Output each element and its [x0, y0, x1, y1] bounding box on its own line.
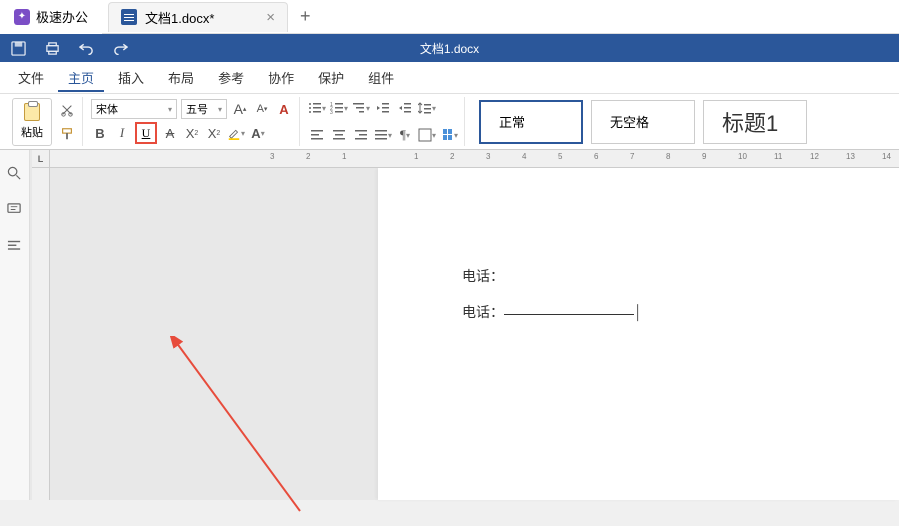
ruler-tick: 1: [342, 152, 346, 161]
ribbon-group-styles: 正常 无空格 标题1: [467, 100, 807, 144]
align-center-icon[interactable]: [330, 126, 348, 144]
clear-format-icon[interactable]: A: [275, 100, 293, 118]
ribbon: 粘贴 宋体▾ 五号▾ A▴ A▾ A B I U A X2 X2 ▾ A▾ ▾ …: [0, 94, 899, 150]
doc-line-2[interactable]: 电话：│: [462, 294, 899, 330]
style-heading1[interactable]: 标题1: [703, 100, 807, 144]
highlight-color-button[interactable]: ▾: [227, 124, 245, 142]
ruler-tick: 13: [846, 152, 855, 161]
document-icon: [121, 9, 137, 25]
menu-collaborate[interactable]: 协作: [258, 63, 304, 92]
menu-reference[interactable]: 参考: [208, 63, 254, 92]
paragraph-mark-icon[interactable]: ¶▾: [396, 126, 414, 144]
window-title: 文档1.docx: [420, 40, 479, 57]
font-size-select[interactable]: 五号▾: [181, 99, 227, 119]
menu-layout[interactable]: 布局: [158, 63, 204, 92]
ruler-tick: 3: [270, 152, 274, 161]
workspace: L 321123456789101112131415 电话： 电话：│: [0, 150, 899, 500]
ribbon-group-clipboard: 粘贴: [6, 97, 83, 146]
document-tab-label: 文档1.docx*: [145, 8, 214, 27]
app-icon: ✦: [14, 9, 30, 25]
style-nospace[interactable]: 无空格: [591, 100, 695, 144]
ruler-tick: 12: [810, 152, 819, 161]
outline-icon[interactable]: [6, 236, 24, 254]
canvas-margin: [50, 168, 378, 500]
ruler-tick: 5: [558, 152, 562, 161]
font-color-button[interactable]: A▾: [249, 124, 267, 142]
clipboard-icon: [24, 103, 40, 121]
redo-icon[interactable]: [112, 40, 128, 56]
borders-icon[interactable]: ▾: [440, 126, 458, 144]
increase-indent-icon[interactable]: [396, 99, 414, 117]
quick-access-bar: 文档1.docx: [0, 34, 899, 62]
menu-file[interactable]: 文件: [8, 63, 54, 92]
ruler-tick: 7: [630, 152, 634, 161]
shrink-font-icon[interactable]: A▾: [253, 100, 271, 118]
underline-button[interactable]: U: [135, 122, 157, 144]
ruler-tick: 3: [486, 152, 490, 161]
horizontal-ruler[interactable]: 321123456789101112131415: [50, 150, 899, 168]
ribbon-group-paragraph: ▾ 123▾ ▾ ▾ ▾ ¶▾ ▾ ▾: [302, 97, 465, 146]
style-normal[interactable]: 正常: [479, 100, 583, 144]
align-justify-icon[interactable]: ▾: [374, 126, 392, 144]
ruler-tick: 10: [738, 152, 747, 161]
multilevel-list-icon[interactable]: ▾: [352, 99, 370, 117]
align-right-icon[interactable]: [352, 126, 370, 144]
ruler-tick: 2: [306, 152, 310, 161]
save-icon[interactable]: [10, 40, 26, 56]
ruler-tick: 14: [882, 152, 891, 161]
subscript-button[interactable]: X2: [205, 124, 223, 142]
paste-label: 粘贴: [21, 124, 43, 140]
left-sidebar: [0, 150, 30, 500]
ruler-tick: 2: [450, 152, 454, 161]
menu-insert[interactable]: 插入: [108, 63, 154, 92]
bullet-list-icon[interactable]: ▾: [308, 99, 326, 117]
ruler-tick: 6: [594, 152, 598, 161]
numbered-list-icon[interactable]: 123▾: [330, 99, 348, 117]
bold-button[interactable]: B: [91, 124, 109, 142]
print-icon[interactable]: [44, 40, 60, 56]
font-name-select[interactable]: 宋体▾: [91, 99, 177, 119]
comments-icon[interactable]: [6, 200, 24, 218]
close-tab-icon[interactable]: ×: [266, 9, 275, 26]
ruler-tick: 11: [774, 152, 782, 161]
strikethrough-button[interactable]: A: [161, 124, 179, 142]
menu-bar: 文件 主页 插入 布局 参考 协作 保护 组件: [0, 62, 899, 94]
new-tab-button[interactable]: +: [288, 6, 323, 27]
editor-area: L 321123456789101112131415 电话： 电话：│: [30, 150, 899, 500]
app-name: 极速办公: [36, 7, 88, 26]
document-tab[interactable]: 文档1.docx* ×: [108, 2, 288, 32]
format-painter-icon[interactable]: [58, 125, 76, 143]
shading-icon[interactable]: ▾: [418, 126, 436, 144]
italic-button[interactable]: I: [113, 124, 131, 142]
undo-icon[interactable]: [78, 40, 94, 56]
ruler-tick: 9: [702, 152, 706, 161]
doc-line-1[interactable]: 电话：: [462, 258, 899, 294]
ruler-corner: L: [32, 150, 50, 168]
grow-font-icon[interactable]: A▴: [231, 100, 249, 118]
underline-blank: [504, 314, 634, 315]
vertical-ruler[interactable]: [32, 168, 50, 500]
document-page[interactable]: 电话： 电话：│: [378, 168, 899, 500]
cut-icon[interactable]: [58, 101, 76, 119]
app-tab[interactable]: ✦ 极速办公: [0, 0, 102, 34]
svg-text:3: 3: [330, 110, 333, 115]
ruler-tick: 8: [666, 152, 670, 161]
superscript-button[interactable]: X2: [183, 124, 201, 142]
align-left-icon[interactable]: [308, 126, 326, 144]
line-spacing-icon[interactable]: ▾: [418, 99, 436, 117]
ruler-tick: 4: [522, 152, 526, 161]
text-cursor-2: │: [634, 294, 636, 330]
menu-home[interactable]: 主页: [58, 63, 104, 92]
search-icon[interactable]: [6, 164, 24, 182]
paste-button[interactable]: 粘贴: [12, 98, 52, 146]
ruler-tick: 1: [414, 152, 418, 161]
decrease-indent-icon[interactable]: [374, 99, 392, 117]
ribbon-group-font: 宋体▾ 五号▾ A▴ A▾ A B I U A X2 X2 ▾ A▾: [85, 97, 300, 146]
title-bar: ✦ 极速办公 文档1.docx* × +: [0, 0, 899, 34]
menu-components[interactable]: 组件: [358, 63, 404, 92]
menu-protect[interactable]: 保护: [308, 63, 354, 92]
